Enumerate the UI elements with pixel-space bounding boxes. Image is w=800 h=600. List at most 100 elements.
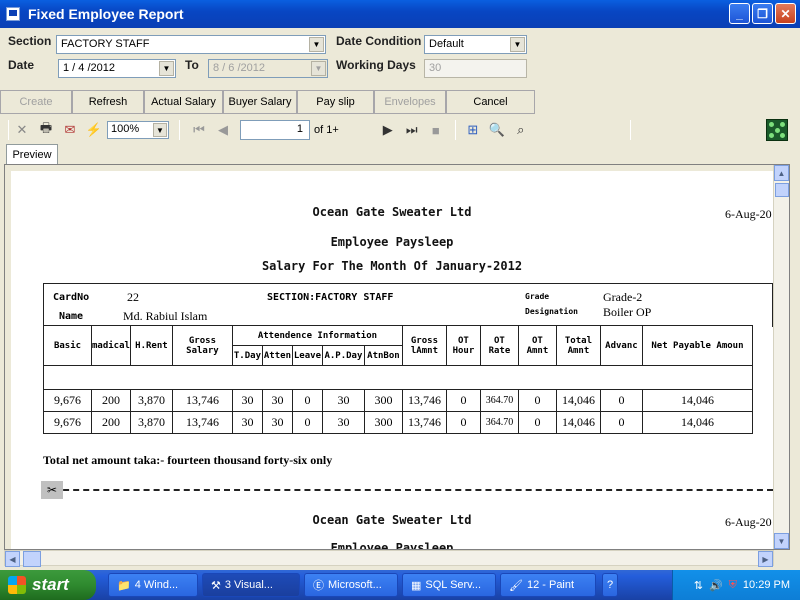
last-page-icon[interactable]: ⏭ (403, 121, 421, 139)
task-label: SQL Serv... (425, 579, 482, 591)
grade-label: Grade (525, 292, 550, 301)
create-button[interactable]: Create (0, 90, 72, 114)
scroll-thumb[interactable] (775, 183, 789, 197)
zoom-select[interactable]: 100% ▼ (107, 121, 169, 139)
scroll-down-icon[interactable]: ▼ (774, 533, 789, 549)
col-atnbon: AtnBon (363, 345, 403, 366)
company-name-2: Ocean Gate Sweater Ltd (312, 513, 472, 527)
cell: 0 (599, 411, 643, 434)
cell: 30 (231, 389, 263, 412)
export-icon[interactable]: ✉ (61, 121, 79, 139)
report-viewer: Ocean Gate Sweater Ltd 6-Aug-20 Employee… (4, 164, 790, 550)
first-page-icon[interactable]: ⏮ (190, 121, 208, 139)
prev-page-icon[interactable]: ◀ (214, 121, 232, 139)
chevron-down-icon[interactable]: ▼ (510, 37, 525, 52)
cell: 3,870 (129, 411, 173, 434)
horizontal-scrollbar[interactable]: ◀ ▶ (4, 550, 774, 567)
find-binoculars-icon[interactable]: ⌕ (512, 121, 530, 139)
chevron-down-icon[interactable]: ▼ (309, 37, 324, 52)
scroll-right-icon[interactable]: ▶ (758, 551, 773, 567)
salary-table: Basic madical H.Rent Gross Salary Attend… (43, 325, 753, 434)
section-combo[interactable]: FACTORY STAFF ▼ (56, 35, 326, 54)
cell: 30 (321, 389, 365, 412)
cell: 200 (91, 389, 131, 412)
cell: 14,046 (555, 411, 601, 434)
vertical-scrollbar[interactable]: ▲ ▼ (773, 165, 789, 549)
close-report-icon[interactable]: ✕ (13, 121, 31, 139)
scroll-up-icon[interactable]: ▲ (774, 165, 789, 181)
restore-button[interactable]: ❐ (752, 3, 773, 24)
sql-server-icon: ▦ (411, 579, 422, 592)
task-paint[interactable]: 🖌 12 - Paint (500, 573, 596, 597)
tab-preview[interactable]: Preview (6, 144, 58, 164)
col-advance: Advanc (599, 325, 643, 366)
group-tree-icon[interactable]: ⊞ (464, 121, 482, 139)
print-date: 6-Aug-20 (725, 207, 772, 221)
col-ot-amnt: OT Amnt (517, 325, 557, 366)
task-microsoft[interactable]: Ⓔ Microsoft... (304, 573, 398, 597)
help-icon[interactable]: ? (602, 573, 618, 597)
task-label: Microsoft... (328, 579, 382, 591)
cell: 30 (261, 389, 293, 412)
refresh-button[interactable]: Refresh (72, 90, 144, 114)
task-visual-studio[interactable]: ⚒ 3 Visual... (202, 573, 300, 597)
total-in-words: Total net amount taka:- fourteen thousan… (43, 453, 333, 467)
hscroll-thumb[interactable] (23, 551, 41, 567)
working-days-field[interactable]: 30 (424, 59, 527, 78)
system-tray: ⇅ 🔊 ⛨ 10:29 PM (672, 570, 800, 600)
col-basic: Basic (43, 325, 92, 366)
cell: 0 (445, 411, 481, 434)
chevron-down-icon[interactable]: ▼ (311, 61, 326, 76)
refresh-icon[interactable]: ⚡ (85, 121, 103, 139)
buyer-salary-button[interactable]: Buyer Salary (223, 90, 297, 114)
search-report-icon[interactable]: 🔍 (488, 121, 506, 139)
page-number-input[interactable]: 1 (240, 120, 310, 140)
window-title: Fixed Employee Report (28, 6, 184, 22)
print-icon[interactable]: 🖶 (37, 120, 55, 139)
cell: 13,746 (401, 411, 447, 434)
table-row: 9,676 200 3,870 13,746 30 30 0 30 300 13,746 0 36… (43, 411, 753, 434)
stop-icon[interactable]: ■ (427, 121, 445, 139)
cell: 9,676 (43, 389, 92, 412)
next-page-icon[interactable]: ▶ (379, 121, 397, 139)
col-gross: Gross Salary (171, 325, 233, 366)
section-label: Section (8, 34, 52, 48)
grade-value: Grade-2 (603, 290, 643, 304)
to-label: To (185, 58, 199, 72)
date-to-value: 8 / 6 /2012 (213, 62, 265, 74)
minimize-button[interactable]: _ (729, 3, 750, 24)
chevron-down-icon[interactable]: ▼ (153, 123, 167, 137)
page-count: of 1+ (314, 124, 339, 136)
task-sql-server[interactable]: ▦ SQL Serv... (402, 573, 496, 597)
date-from-picker[interactable]: 1 / 4 /2012 ▼ (58, 59, 176, 78)
start-button[interactable]: start (0, 570, 96, 600)
date-condition-combo[interactable]: Default ▼ (424, 35, 527, 54)
date-to-picker[interactable]: 8 / 6 /2012 ▼ (208, 59, 328, 78)
cell: 0 (445, 389, 481, 412)
actual-salary-button[interactable]: Actual Salary (144, 90, 223, 114)
pay-slip-button[interactable]: Pay slip (297, 90, 374, 114)
cell: 14,046 (555, 389, 601, 412)
volume-icon[interactable]: 🔊 (709, 579, 723, 592)
date-condition-label: Date Condition (336, 34, 422, 48)
month-title: Salary For The Month Of January-2012 (261, 259, 523, 273)
cell: 0 (599, 389, 643, 412)
network-icon[interactable]: ⇅ (694, 579, 703, 592)
task-windows-explorer[interactable]: 📁 4 Wind... (108, 573, 198, 597)
cancel-button[interactable]: Cancel (446, 90, 535, 114)
card-value: 22 (127, 290, 139, 304)
chevron-down-icon[interactable]: ▼ (159, 61, 174, 76)
scissors-icon: ✂ (41, 481, 63, 499)
close-button[interactable]: ✕ (775, 3, 796, 24)
cell: 0 (291, 389, 323, 412)
report-page: Ocean Gate Sweater Ltd 6-Aug-20 Employee… (11, 171, 773, 549)
security-shield-icon[interactable]: ⛨ (729, 579, 737, 592)
scroll-left-icon[interactable]: ◀ (5, 551, 20, 567)
cell: 30 (261, 411, 293, 434)
col-ot-hour: OT Hour (445, 325, 481, 366)
envelopes-button[interactable]: Envelopes (374, 90, 446, 114)
date-label: Date (8, 58, 35, 72)
cell: 0 (517, 389, 557, 412)
folder-icon: 📁 (117, 579, 131, 592)
col-apday: A.P.Day (321, 345, 365, 366)
